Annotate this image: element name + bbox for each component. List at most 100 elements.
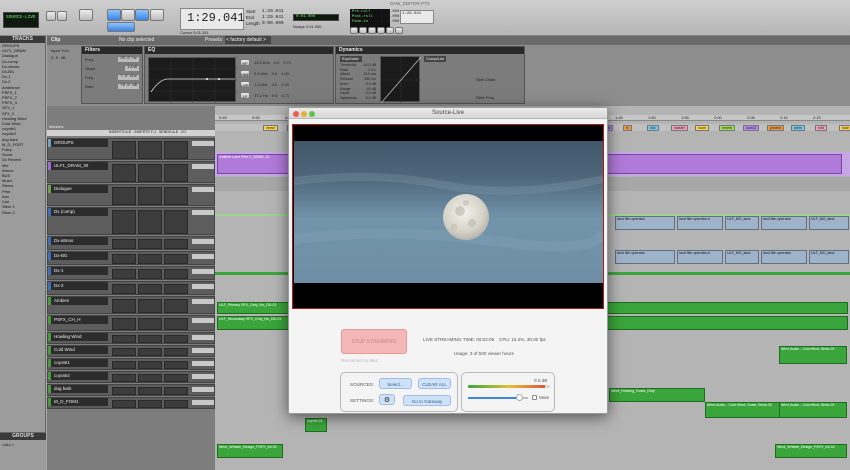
insert-slot[interactable] [138,335,162,343]
track-name[interactable]: GROUPS [48,139,108,147]
timeline-marker[interactable]: stem [791,125,805,131]
dx-clip[interactable]: land film operator [615,216,675,230]
zoom-button[interactable] [79,9,93,21]
insert-slot[interactable] [138,284,162,294]
select-sources-button[interactable]: Select... [379,378,412,389]
coyote-clip[interactable]: coyote-01 [305,418,327,432]
dynamics-graph[interactable] [380,56,422,104]
insert-slot[interactable] [138,400,162,408]
track-name[interactable]: Dx-BG [48,252,108,260]
mute-checkbox[interactable] [532,395,537,400]
edit-mode-grid[interactable] [107,22,135,32]
insert-slot[interactable] [112,187,136,205]
io-slot[interactable] [192,164,214,169]
eq-band-button[interactable]: HF [240,58,250,66]
selector-tool-button[interactable] [121,9,135,21]
insert-slot[interactable] [138,361,162,369]
eq-band-button[interactable]: LF [240,91,250,99]
eq-graph[interactable] [148,57,237,103]
track-name[interactable]: Cold Wind [48,346,108,354]
insert-slot[interactable] [164,361,188,369]
eq-band-gain[interactable]: 0.0 [274,60,280,65]
timeline-marker[interactable]: verse [263,125,278,131]
timeline-marker[interactable]: fade [839,125,850,131]
insert-slot[interactable] [164,269,188,279]
insert-slot[interactable] [164,210,188,234]
filters-row-value[interactable]: 7.0 kHz [118,75,139,80]
insert-slot[interactable] [112,141,136,159]
timeline-marker[interactable]: edit [815,125,827,131]
insert-slot[interactable] [112,335,136,343]
trim-tool-button[interactable] [107,9,121,21]
dx-clip[interactable]: land film operator [761,216,807,230]
play-button[interactable] [386,27,394,34]
reconnect-link[interactable]: Reconnect to Mac [341,358,378,363]
eq-band-gain[interactable]: 0.0 [272,82,278,87]
io-slot[interactable] [192,187,214,192]
timeline-marker[interactable]: outro2 [743,125,760,131]
wind-audio-clip[interactable]: Wind Audio - Cold Wind, Birds-03 [779,402,847,418]
io-slot[interactable] [192,400,214,405]
track-name[interactable]: coyote1 [48,359,108,367]
close-window-button[interactable] [293,110,299,117]
wind-howling-clip[interactable]: Wind_Howling_Gusts_Dirty [609,388,705,402]
io-slot[interactable] [192,141,214,146]
insert-slot[interactable] [164,374,188,382]
rewind-button[interactable] [359,27,367,34]
source-live-titlebar[interactable]: Source-Live [289,108,607,119]
io-slot[interactable] [192,361,214,366]
eq-band-freq[interactable]: 2.5 kHz [254,71,268,76]
nudge-readout[interactable]: Nudge 0:01.000 [293,24,322,29]
insert-slot[interactable] [112,299,136,313]
track-name[interactable]: Dx-2 [48,282,108,290]
track-name[interactable]: Dialogue [48,185,108,193]
mode-button-2[interactable] [57,11,67,21]
insert-slot[interactable] [164,141,188,159]
insert-slot[interactable] [138,210,162,234]
io-slot[interactable] [192,318,214,323]
eq-band-q[interactable]: 1.00 [281,82,289,87]
insert-slot[interactable] [164,254,188,264]
dx-clip[interactable]: ULF_MO_land [725,250,759,264]
insert-slot[interactable] [138,141,162,159]
io-slot[interactable] [192,335,214,340]
dx-clip[interactable]: land film operator.d [677,250,723,264]
minimize-window-button[interactable] [301,110,307,117]
io-slot[interactable] [192,239,214,244]
insert-slot[interactable] [112,348,136,356]
dynamics-row-value[interactable]: 0.0 dB [366,96,376,101]
insert-slot[interactable] [138,318,162,330]
whistle-clip-2[interactable]: Wind_Whistle_Design_PSFX_Int-02 [775,444,847,458]
dx-clip[interactable]: land film operator.d [677,216,723,230]
stop-streaming-button[interactable]: STOP STREAMING [341,329,407,354]
track-name[interactable]: coyote2 [48,372,108,380]
track-name[interactable]: Dx-1 [48,267,108,275]
insert-slot[interactable] [164,387,188,395]
track-name[interactable]: Ambien [48,297,108,305]
timeline-marker[interactable]: reverb [719,125,736,131]
insert-slot[interactable] [112,374,136,382]
grabber-tool-button[interactable] [135,9,149,21]
insert-slot[interactable] [112,361,136,369]
io-slot[interactable] [192,387,214,392]
whistle-clip[interactable]: Wind_Whistle_Design_PSFX_Int-02 [217,444,283,458]
insert-slot[interactable] [138,269,162,279]
comp-lim-button[interactable]: Comp/Lim [424,56,446,62]
mode-button-1[interactable] [46,11,56,21]
go-to-gateway-button[interactable]: Go to Gateway [403,395,451,406]
io-slot[interactable] [192,374,214,379]
filters-row-value[interactable]: 20.0 Hz [118,57,139,62]
timeline-marker[interactable]: mix [647,125,659,131]
insert-slot[interactable] [138,239,162,249]
track-name[interactable]: ULF1_DRAM_30 [48,162,108,170]
insert-slot[interactable] [138,348,162,356]
groups-item-all[interactable]: <ALL> [0,442,46,447]
insert-slot[interactable] [164,318,188,330]
track-name[interactable]: M_D_FOM1 [48,398,108,406]
filters-row-value[interactable]: +0.0 dB [118,84,139,89]
online-button[interactable] [350,27,358,34]
exp-gate-button[interactable]: Exp/Gate [340,56,362,62]
track-name[interactable]: Dx-atmos [48,237,108,245]
io-slot[interactable] [192,348,214,353]
eq-band-freq[interactable]: 12.0 kHz [254,60,270,65]
